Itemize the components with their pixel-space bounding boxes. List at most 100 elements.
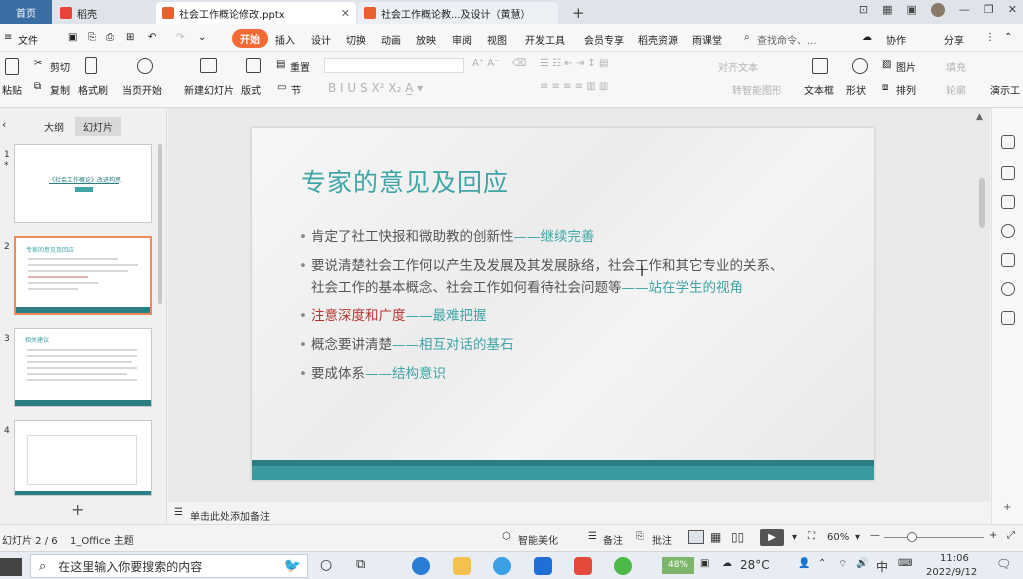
shape-button[interactable]: 形状 [846, 82, 866, 97]
bullet-2[interactable]: • 要说清楚社会工作何以产生及发展及其发展脉络，社会工作和其它专业的关系、 [299, 255, 784, 277]
fill-button[interactable]: 填充 [946, 59, 966, 74]
weather-temp[interactable]: 28°C [740, 558, 770, 572]
bullet-2-cont[interactable]: 社会工作的基本概念、社会工作如何看待社会问题等——站在学生的视角 [311, 277, 743, 299]
picture-icon[interactable]: ▨ [882, 59, 891, 70]
volume-icon[interactable]: 🔊 [856, 558, 868, 569]
slide-thumbnail-4[interactable] [14, 420, 152, 496]
grid-icon[interactable]: ▦ [882, 3, 892, 17]
comment-button[interactable]: 批注 [652, 532, 672, 547]
textbox-icon[interactable] [812, 58, 828, 74]
list-icons[interactable]: ☰ ☷ ⇤ ⇥ ↕ ▤ [540, 58, 608, 69]
animation-icon[interactable] [1001, 166, 1015, 180]
new-slide-button[interactable]: 新建幻灯片 [184, 82, 234, 97]
search-icon[interactable]: ⌕ [744, 32, 750, 43]
menu-member[interactable]: 会员专享 [584, 32, 624, 47]
smart-beautify-icon[interactable]: ⬡ [502, 531, 511, 542]
normal-view-icon[interactable] [688, 530, 704, 544]
tab-daoke[interactable]: 稻壳 [54, 2, 154, 24]
redo-icon[interactable]: ↷ [176, 32, 184, 43]
command-search[interactable]: 查找命令、... [757, 32, 817, 47]
play-options-icon[interactable]: ▾ [792, 532, 797, 543]
font-name-select[interactable] [324, 58, 464, 73]
wps-icon[interactable] [574, 557, 592, 575]
bullet-4[interactable]: • 概念要讲清楚——相互对话的基石 [299, 334, 514, 356]
bullet-3[interactable]: • 注意深度和广度——最难把握 [299, 305, 487, 327]
font-grow-icon[interactable]: A⁺ A⁻ [472, 58, 499, 69]
bullet-5[interactable]: • 要成体系——结构意识 [299, 363, 446, 385]
keyboard-icon[interactable]: ⌨ [898, 558, 912, 569]
user-icon[interactable]: 👤 [798, 558, 810, 569]
tab-outline[interactable]: 大纲 [44, 119, 64, 134]
shape-icon[interactable] [852, 58, 868, 74]
menu-daoke-res[interactable]: 稻壳资源 [638, 32, 678, 47]
text-style-icons[interactable]: B I U S X² X₂ A̲ ▾ [328, 81, 423, 95]
collapse-panel-icon[interactable]: ‹ [2, 118, 6, 131]
cube-icon[interactable] [1001, 311, 1015, 325]
edge-icon[interactable] [412, 557, 430, 575]
section-icon[interactable]: ▭ [277, 82, 286, 93]
outline-button[interactable]: 轮廓 [946, 82, 966, 97]
tab-file-active[interactable]: 社会工作概论修改.pptx ✕ [156, 2, 356, 24]
new-slide-icon[interactable] [200, 58, 217, 73]
convert-smartart-button[interactable]: 转智能图形 [732, 82, 782, 97]
menu-transition[interactable]: 切换 [346, 32, 366, 47]
menu-animation[interactable]: 动画 [381, 32, 401, 47]
taskbar-search[interactable]: ⌕ 在这里输入你要搜索的内容 🐦 [30, 554, 308, 578]
print-icon[interactable]: ⎙ [106, 32, 114, 43]
menu-insert[interactable]: 插入 [275, 32, 295, 47]
properties-icon[interactable] [1001, 135, 1015, 149]
canvas-scrollbar[interactable] [979, 178, 985, 228]
help-icon[interactable] [1001, 224, 1015, 238]
smart-beautify-button[interactable]: 智能美化 [518, 532, 558, 547]
menu-slideshow[interactable]: 放映 [416, 32, 436, 47]
format-painter-button[interactable]: 格式刷 [78, 82, 108, 97]
app-icon[interactable] [534, 557, 552, 575]
menu-design[interactable]: 设计 [311, 32, 331, 47]
play-slideshow-button[interactable]: ▶ [760, 529, 784, 546]
reading-view-icon[interactable]: ▯▯ [731, 530, 744, 544]
translate-icon[interactable] [1001, 253, 1015, 267]
menu-file[interactable]: 文件 [18, 32, 38, 47]
notes-bar[interactable]: ☰ 单击此处添加备注 [168, 503, 990, 524]
clear-format-icon[interactable]: ⌫ [512, 58, 526, 69]
hamburger-icon[interactable]: ≡ [4, 32, 12, 43]
zoom-options-icon[interactable]: ▾ [855, 532, 860, 543]
scroll-up-icon[interactable]: ▲ [976, 112, 983, 122]
network-icon[interactable]: ⌔ [838, 558, 847, 571]
restore-icon[interactable]: ❐ [984, 3, 994, 17]
minimize-icon[interactable]: — [959, 3, 970, 17]
slide-thumbnail-3[interactable]: 相关建议 [14, 328, 152, 407]
layout-icon[interactable]: ⊡ [859, 3, 868, 17]
cortana-icon[interactable]: ○ [320, 557, 332, 573]
new-tab-button[interactable]: + [566, 2, 585, 24]
arrange-button[interactable]: 排列 [896, 82, 916, 97]
explorer-icon[interactable] [453, 557, 471, 575]
sorter-view-icon[interactable]: ▦ [710, 530, 721, 544]
menu-view[interactable]: 视图 [487, 32, 507, 47]
tray-icon[interactable]: ▣ [700, 558, 709, 569]
battery-indicator[interactable]: 48% [662, 557, 694, 574]
tab-file-2[interactable]: 社会工作概论教...及设计（黄慧） [358, 2, 558, 24]
comment-icon[interactable]: ⎘ [636, 531, 644, 542]
zoom-slider-handle[interactable] [907, 532, 917, 542]
bullet-1[interactable]: • 肯定了社工快报和微助教的创新性——继续完善 [299, 226, 595, 248]
reset-button[interactable]: 重置 [290, 59, 310, 74]
task-view-icon[interactable]: ⧉ [356, 557, 365, 572]
slide-title[interactable]: 专家的意见及回应 [301, 163, 509, 199]
skin-icon[interactable]: ▣ [907, 3, 917, 17]
slide-thumbnail-2[interactable]: 专家的意见及回应 [14, 236, 152, 315]
add-tool-icon[interactable]: + [1003, 502, 1011, 513]
tab-slides[interactable]: 幻灯片 [75, 117, 121, 136]
play-icon[interactable] [137, 58, 153, 74]
from-current-button[interactable]: 当页开始 [122, 82, 162, 97]
browser-icon[interactable] [493, 557, 511, 575]
more-icon[interactable]: ⋮ [985, 32, 995, 43]
zoom-slider-track[interactable] [884, 537, 984, 538]
panel-scrollbar[interactable] [158, 144, 162, 304]
close-window-icon[interactable]: ✕ [1008, 3, 1017, 17]
notes-toggle-icon[interactable]: ☰ [588, 531, 597, 542]
menu-rain-class[interactable]: 雨课堂 [692, 32, 722, 47]
export-icon[interactable]: ⎘ [88, 32, 96, 43]
add-slide-button[interactable]: + [71, 500, 84, 519]
notes-toggle-button[interactable]: 备注 [603, 532, 623, 547]
